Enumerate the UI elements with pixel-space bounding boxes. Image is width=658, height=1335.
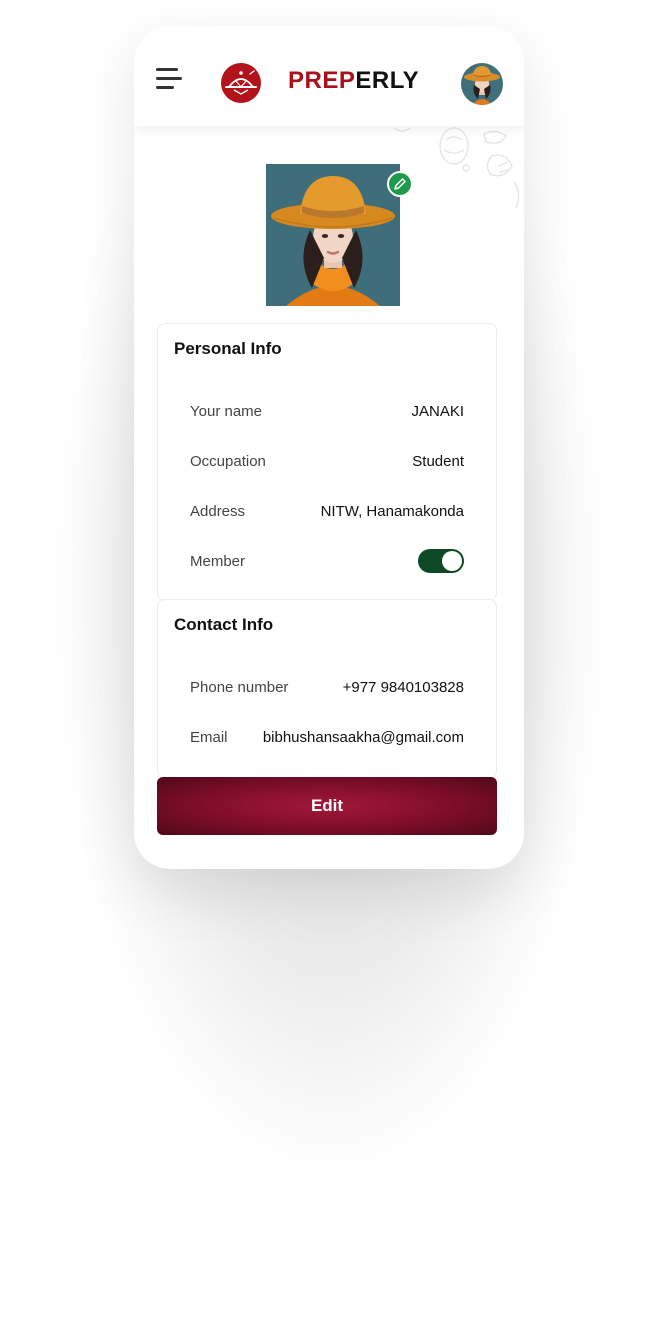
phone-row: Phone number +977 9840103828 bbox=[190, 675, 464, 699]
brand-name-part1: PREP bbox=[288, 67, 356, 94]
phone-value: +977 9840103828 bbox=[342, 678, 464, 696]
app-header: PREPERLY bbox=[134, 26, 524, 126]
profile-photo bbox=[266, 164, 400, 306]
cloche-logo-icon bbox=[221, 63, 261, 103]
address-row: Address NITW, Hanamakonda bbox=[190, 499, 464, 523]
email-value: bibhushansaakha@gmail.com bbox=[262, 728, 464, 746]
address-label: Address bbox=[190, 502, 246, 520]
hamburger-menu-icon[interactable] bbox=[156, 66, 182, 92]
email-row: Email bibhushansaakha@gmail.com bbox=[190, 725, 464, 749]
phone-label: Phone number bbox=[190, 678, 289, 696]
name-label: Your name bbox=[190, 402, 262, 420]
email-label: Email bbox=[190, 728, 228, 746]
edit-button[interactable]: Edit bbox=[157, 777, 497, 835]
name-row: Your name JANAKI bbox=[190, 399, 464, 423]
edit-photo-button[interactable] bbox=[387, 171, 413, 197]
address-value: NITW, Hanamakonda bbox=[320, 502, 464, 520]
occupation-value: Student bbox=[412, 452, 464, 470]
contact-info-title: Contact Info bbox=[174, 615, 274, 634]
brand-name-part2: ERLY bbox=[355, 67, 420, 94]
name-value: JANAKI bbox=[411, 402, 464, 420]
brand-name: PREPERLY bbox=[288, 66, 419, 96]
personal-info-card: Personal Info Your name JANAKI Occupatio… bbox=[157, 323, 497, 601]
member-label: Member bbox=[190, 552, 246, 570]
occupation-label: Occupation bbox=[190, 452, 266, 470]
personal-info-title: Personal Info bbox=[174, 339, 282, 358]
phone-frame: PREPERLY Personal Info Your name JANAKI … bbox=[134, 26, 524, 869]
member-toggle[interactable] bbox=[418, 549, 464, 573]
member-row: Member bbox=[190, 549, 464, 573]
user-avatar[interactable] bbox=[461, 63, 503, 105]
toggle-knob bbox=[442, 551, 462, 571]
occupation-row: Occupation Student bbox=[190, 449, 464, 473]
profile-content: Personal Info Your name JANAKI Occupatio… bbox=[134, 126, 524, 869]
contact-info-card: Contact Info Phone number +977 984010382… bbox=[157, 599, 497, 779]
pencil-icon bbox=[394, 178, 406, 190]
